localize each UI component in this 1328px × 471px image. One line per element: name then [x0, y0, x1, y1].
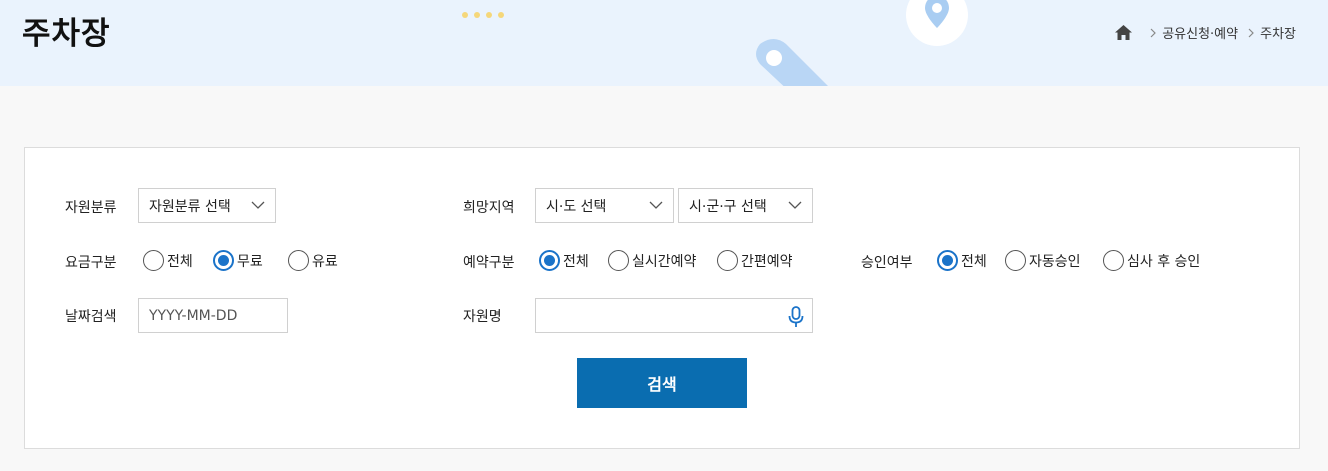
approval-radio-review[interactable]: 심사 후 승인 — [1103, 250, 1200, 271]
approval-option-auto-label: 자동승인 — [1029, 253, 1081, 270]
map-pin-icon — [925, 0, 949, 28]
approval-option-all-label: 전체 — [961, 253, 987, 270]
radio-circle-checked[interactable] — [937, 250, 958, 271]
radio-circle[interactable] — [1103, 250, 1124, 271]
date-placeholder: YYYY-MM-DD — [149, 307, 238, 324]
radio-circle[interactable] — [1005, 250, 1026, 271]
date-input[interactable]: YYYY-MM-DD — [138, 298, 288, 333]
approval-option-review-label: 심사 후 승인 — [1127, 253, 1201, 270]
reservation-option-all-label: 전체 — [563, 253, 589, 270]
microphone-icon[interactable] — [788, 306, 804, 328]
search-button[interactable]: 검색 — [577, 358, 747, 408]
radio-circle-checked[interactable] — [213, 250, 234, 271]
date-label: 날짜검색 — [65, 309, 117, 325]
fee-radio-all[interactable]: 전체 — [143, 250, 193, 271]
chevron-right-icon — [1248, 28, 1254, 38]
reservation-option-simple-label: 간편예약 — [741, 253, 793, 270]
decorative-dots — [462, 3, 510, 22]
page-header: 주차장 공유신청·예약 주차장 — [0, 0, 1328, 86]
home-icon[interactable] — [1115, 25, 1133, 40]
resource-category-select[interactable]: 자원분류 선택 — [138, 188, 276, 223]
radio-circle[interactable] — [288, 250, 309, 271]
resource-name-input[interactable] — [535, 298, 813, 333]
sido-value: 시·도 선택 — [546, 198, 607, 215]
radio-circle[interactable] — [143, 250, 164, 271]
fee-option-all-label: 전체 — [167, 253, 193, 270]
radio-circle-checked[interactable] — [539, 250, 560, 271]
resource-category-label: 자원분류 — [65, 200, 117, 216]
reservation-radio-all[interactable]: 전체 — [539, 250, 589, 271]
fee-option-free-label: 무료 — [237, 253, 263, 270]
reservation-type-label: 예약구분 — [463, 255, 515, 271]
search-form-panel: 자원분류 자원분류 선택 희망지역 시·도 선택 시·군·구 선택 요금구분 전… — [24, 147, 1300, 449]
chevron-down-icon — [649, 201, 663, 210]
sido-select[interactable]: 시·도 선택 — [535, 188, 674, 223]
decorative-tag-icon — [756, 39, 828, 86]
reservation-radio-simple[interactable]: 간편예약 — [717, 250, 793, 271]
reservation-option-realtime-label: 실시간예약 — [632, 253, 697, 270]
fee-radio-free[interactable]: 무료 — [213, 250, 263, 271]
approval-label: 승인여부 — [861, 255, 913, 271]
radio-circle[interactable] — [717, 250, 738, 271]
sigungu-value: 시·군·구 선택 — [689, 198, 767, 215]
breadcrumb-item-shared-reservation[interactable]: 공유신청·예약 — [1162, 23, 1238, 42]
fee-option-paid-label: 유료 — [312, 253, 338, 270]
radio-circle[interactable] — [608, 250, 629, 271]
breadcrumb-item-parking[interactable]: 주차장 — [1260, 23, 1296, 42]
region-label: 희망지역 — [463, 200, 515, 216]
chevron-right-icon — [1150, 28, 1157, 38]
fee-label: 요금구분 — [65, 255, 117, 271]
sigungu-select[interactable]: 시·군·구 선택 — [678, 188, 813, 223]
chevron-down-icon — [251, 201, 265, 210]
resource-name-label: 자원명 — [463, 309, 502, 325]
reservation-radio-realtime[interactable]: 실시간예약 — [608, 250, 696, 271]
page-title: 주차장 — [22, 16, 111, 52]
chevron-down-icon — [788, 201, 802, 210]
fee-radio-paid[interactable]: 유료 — [288, 250, 338, 271]
approval-radio-all[interactable]: 전체 — [937, 250, 987, 271]
resource-category-value: 자원분류 선택 — [149, 198, 231, 215]
approval-radio-auto[interactable]: 자동승인 — [1005, 250, 1081, 271]
breadcrumb: 공유신청·예약 주차장 — [1115, 23, 1296, 42]
